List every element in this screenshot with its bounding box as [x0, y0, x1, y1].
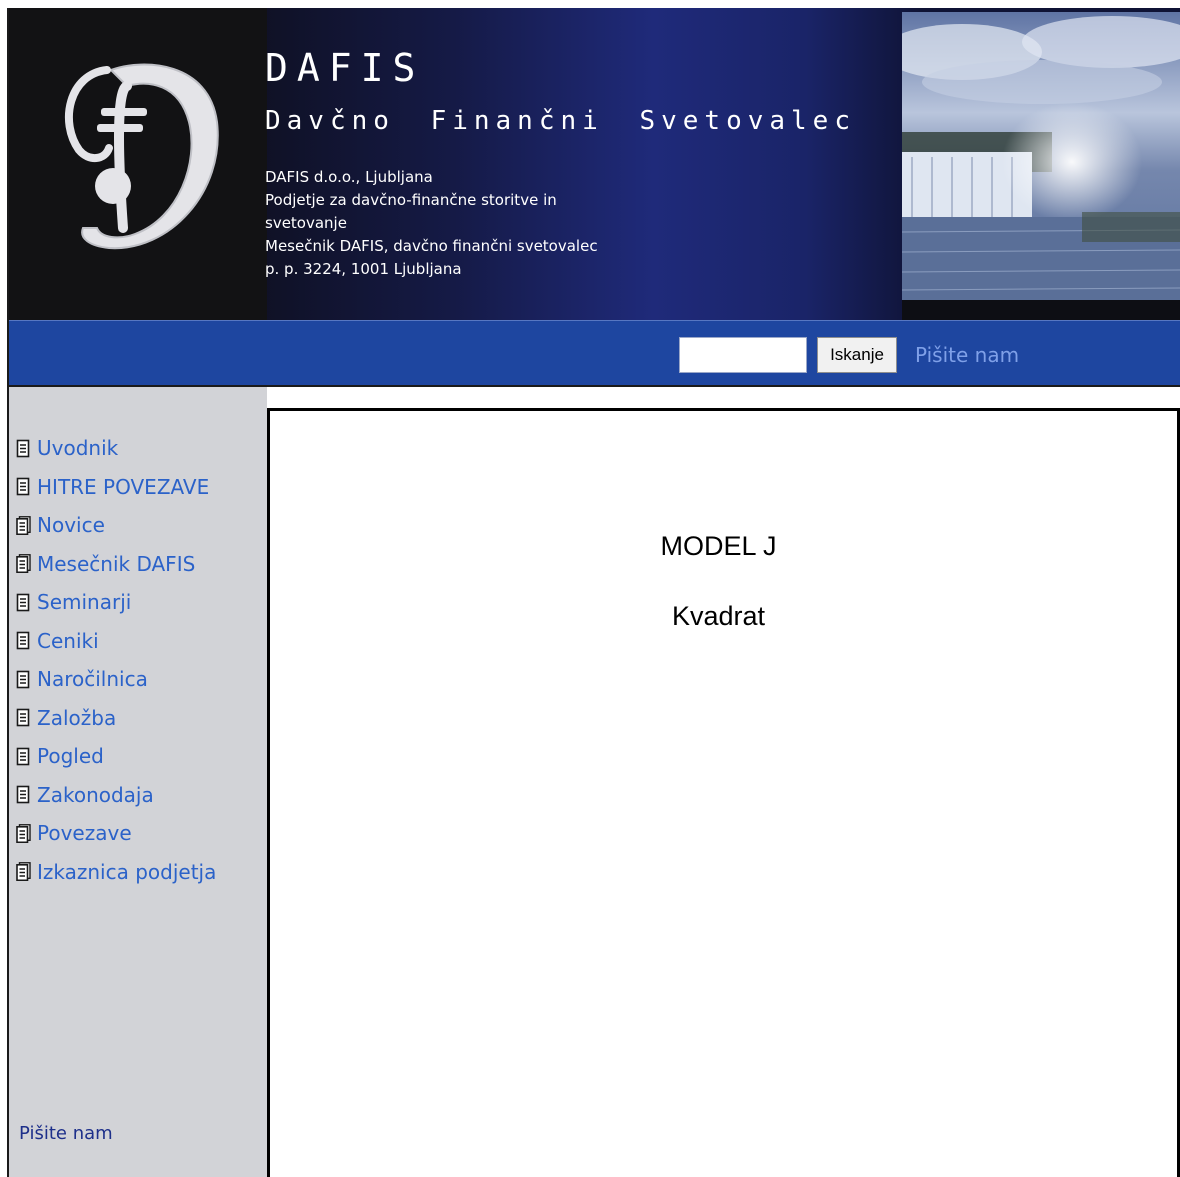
document-icon — [16, 631, 37, 650]
search-input[interactable] — [679, 337, 807, 373]
search-button[interactable]: Iskanje — [817, 337, 897, 373]
sidebar-item-novice[interactable]: Novice — [16, 506, 216, 545]
sidebar-item-izkaznica-podjetja[interactable]: Izkaznica podjetja — [16, 853, 216, 892]
document-stack-icon — [16, 823, 37, 843]
site-title: DAFIS — [265, 46, 425, 90]
sidebar-item-label: Mesečnik DAFIS — [37, 551, 196, 576]
company-info: DAFIS d.o.o., Ljubljana Podjetje za davč… — [265, 166, 625, 281]
search-bar: Iskanje Pišite nam — [9, 320, 1180, 387]
company-line: Podjetje za davčno-finančne storitve in — [265, 191, 557, 209]
sidebar-write-us-link[interactable]: Pišite nam — [19, 1122, 113, 1146]
sidebar-item-pogled[interactable]: Pogled — [16, 737, 216, 776]
sidebar-item-label: HITRE POVEZAVE — [37, 474, 210, 499]
document-stack-icon — [16, 515, 37, 535]
sidebar-item-label: Povezave — [37, 821, 132, 846]
sidebar-item-narocilnica[interactable]: Naročilnica — [16, 660, 216, 699]
waterfall-photo — [902, 12, 1180, 300]
document-icon — [16, 593, 37, 612]
company-line: Mesečnik DAFIS, davčno finančni svetoval… — [265, 237, 598, 255]
document-icon — [16, 670, 37, 689]
sidebar-item-label: Naročilnica — [37, 667, 148, 692]
logo-d-icon — [64, 63, 219, 250]
sidebar-item-label: Uvodnik — [37, 436, 119, 461]
company-line: DAFIS d.o.o., Ljubljana — [265, 168, 433, 186]
site-header: DAFIS Davčno Finančni Svetovalec DAFIS d… — [9, 8, 1180, 320]
logo — [9, 8, 267, 320]
document-stack-icon — [16, 862, 37, 882]
company-line: svetovanje — [265, 214, 347, 232]
sidebar-item-uvodnik[interactable]: Uvodnik — [16, 429, 216, 468]
document-stack-icon — [16, 554, 37, 574]
company-line: p. p. 3224, 1001 Ljubljana — [265, 260, 462, 278]
content-title: MODEL J — [660, 531, 777, 561]
sidebar-item-label: Založba — [37, 705, 117, 730]
content-subtitle: Kvadrat — [671, 601, 766, 631]
sidebar-item-label: Zakonodaja — [37, 782, 154, 807]
document-icon — [16, 747, 37, 766]
sidebar-item-ceniki[interactable]: Ceniki — [16, 622, 216, 661]
document-icon — [16, 439, 37, 458]
photo-bottom-bar — [902, 300, 1180, 320]
sidebar-item-label: Izkaznica podjetja — [37, 859, 217, 884]
sidebar-nav: Uvodnik HITRE POVEZAVE Novice Mesečnik DAFI… — [16, 429, 216, 891]
site-subtitle: Davčno Finančni Svetovalec — [265, 106, 856, 136]
sidebar: Uvodnik HITRE POVEZAVE Novice Mesečnik DAFI… — [9, 387, 267, 1177]
write-us-link[interactable]: Pišite nam — [915, 341, 1019, 369]
sidebar-item-povezave[interactable]: Povezave — [16, 814, 216, 853]
main-content: MODEL J Kvadrat — [267, 408, 1180, 1177]
waterfall-image — [902, 12, 1180, 300]
sidebar-item-label: Novice — [37, 513, 105, 538]
sidebar-item-zalozba[interactable]: Založba — [16, 699, 216, 738]
document-icon — [16, 708, 37, 727]
sidebar-item-label: Ceniki — [37, 628, 99, 653]
sidebar-item-mesecnik-dafis[interactable]: Mesečnik DAFIS — [16, 545, 216, 584]
document-icon — [16, 785, 37, 804]
sidebar-item-label: Seminarji — [37, 590, 132, 615]
document-icon — [16, 477, 37, 496]
sidebar-item-seminarji[interactable]: Seminarji — [16, 583, 216, 622]
sidebar-item-label: Pogled — [37, 744, 104, 769]
sidebar-item-zakonodaja[interactable]: Zakonodaja — [16, 776, 216, 815]
sidebar-item-hitre-povezave[interactable]: HITRE POVEZAVE — [16, 468, 216, 507]
